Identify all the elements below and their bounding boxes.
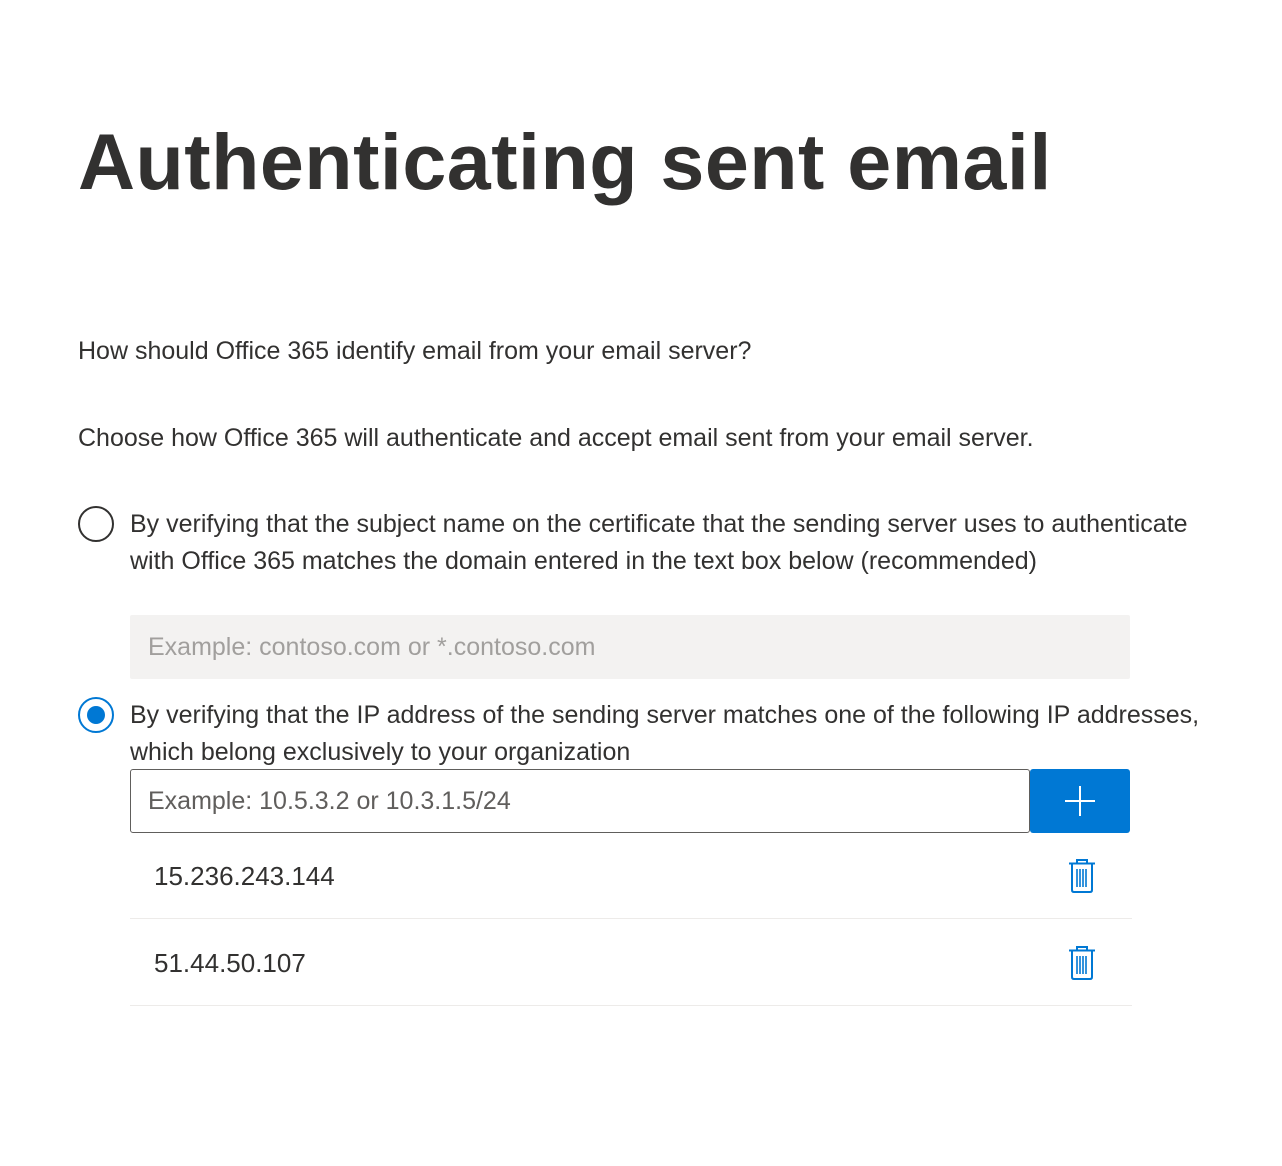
plus-icon (1065, 786, 1095, 816)
ip-address-value: 15.236.243.144 (154, 861, 335, 891)
certificate-radio[interactable] (78, 506, 114, 542)
delete-ip-button[interactable] (1066, 945, 1098, 981)
question-text: How should Office 365 identify email fro… (78, 337, 752, 365)
page-title: Authenticating sent email (78, 117, 1052, 206)
ip-radio[interactable] (78, 697, 114, 733)
ip-address-list: 15.236.243.144 51.44.50.107 (130, 832, 1132, 1006)
domain-input[interactable] (130, 615, 1130, 679)
ip-address-value: 51.44.50.107 (154, 948, 306, 978)
trash-icon (1069, 946, 1095, 980)
ip-address-input[interactable] (130, 769, 1030, 833)
instruction-text: Choose how Office 365 will authenticate … (78, 424, 1034, 452)
ip-address-row: 15.236.243.144 (130, 832, 1132, 919)
trash-icon (1069, 859, 1095, 893)
delete-ip-button[interactable] (1066, 858, 1098, 894)
certificate-option-label: By verifying that the subject name on th… (130, 510, 1188, 575)
ip-option-label: By verifying that the IP address of the … (130, 701, 1200, 766)
add-ip-button[interactable] (1030, 769, 1130, 833)
ip-address-row: 51.44.50.107 (130, 919, 1132, 1006)
